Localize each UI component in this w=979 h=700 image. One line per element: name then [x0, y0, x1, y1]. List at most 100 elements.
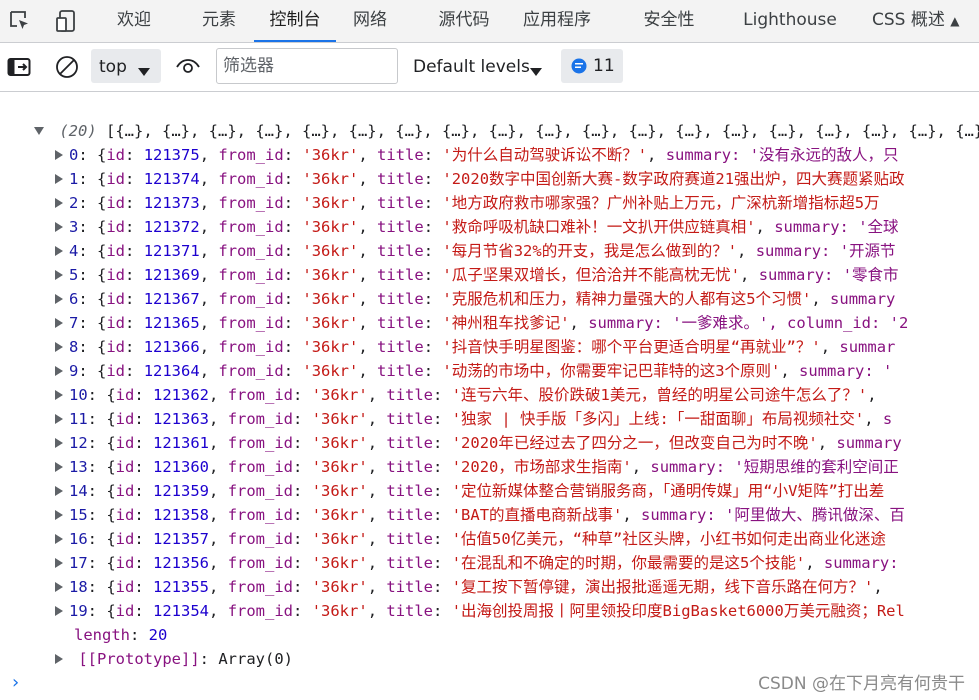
item-from-key: from_id: [218, 146, 284, 164]
item-from-key: from_id: [218, 338, 284, 356]
array-item-row[interactable]: 17: {id: 121356, from_id: '36kr', title:…: [55, 551, 899, 575]
item-index: 12: [69, 434, 88, 452]
context-select[interactable]: top: [91, 49, 161, 83]
prototype-row[interactable]: [[Prototype]]: Array(0): [55, 647, 293, 671]
expand-arrow-icon[interactable]: [55, 317, 63, 328]
item-sep: ,: [740, 266, 759, 284]
expand-arrow-icon[interactable]: [55, 269, 63, 280]
item-index: 15: [69, 506, 88, 524]
item-sep: ,: [367, 578, 387, 596]
item-id-key: id: [106, 338, 126, 356]
expand-arrow-icon[interactable]: [55, 173, 63, 184]
item-title-value: '2020数字中国创新大赛-数字政府赛道21强出炉，四大赛题紧贴政: [442, 170, 905, 188]
array-item-row[interactable]: 19: {id: 121354, from_id: '36kr', title:…: [55, 599, 905, 623]
expand-arrow-icon[interactable]: [55, 293, 63, 304]
expand-arrow-icon[interactable]: [55, 581, 63, 592]
chevron-down-icon[interactable]: [529, 62, 543, 81]
array-item-row[interactable]: 4: {id: 121371, from_id: '36kr', title: …: [55, 239, 896, 263]
item-title-key: title: [386, 530, 434, 548]
expand-arrow-icon[interactable]: [55, 557, 63, 568]
item-sep: :: [125, 242, 144, 260]
filter-input[interactable]: [216, 48, 398, 84]
expand-arrow-icon[interactable]: [55, 509, 63, 520]
item-id-key: id: [106, 146, 126, 164]
device-toolbar-icon[interactable]: [55, 9, 79, 33]
tab-welcome[interactable]: 欢迎: [100, 0, 168, 42]
item-from-key: from_id: [227, 386, 294, 404]
array-item-row[interactable]: 16: {id: 121357, from_id: '36kr', title:…: [55, 527, 886, 551]
item-rest: summary: '没有永远的敌人，只: [665, 146, 899, 164]
issues-counter-button[interactable]: 11: [561, 49, 623, 83]
expand-arrow-icon[interactable]: [55, 149, 63, 160]
array-item-row[interactable]: 8: {id: 121366, from_id: '36kr', title: …: [55, 335, 895, 359]
expand-arrow-icon[interactable]: [55, 341, 63, 352]
item-sep: ,: [199, 362, 219, 380]
item-sep: :: [423, 266, 443, 284]
live-expression-eye-icon[interactable]: [176, 55, 200, 79]
item-sep: ,: [209, 554, 228, 572]
item-colon: : {: [87, 410, 116, 428]
array-item-row[interactable]: 1: {id: 121374, from_id: '36kr', title: …: [55, 167, 905, 191]
array-item-row[interactable]: 14: {id: 121359, from_id: '36kr', title:…: [55, 479, 884, 503]
tab-lighthouse[interactable]: Lighthouse: [736, 0, 844, 42]
tab-security[interactable]: 安全性: [632, 0, 706, 42]
item-rest: summary: '开源节: [755, 242, 896, 260]
item-id-key: id: [106, 362, 126, 380]
clear-console-icon[interactable]: [55, 55, 79, 79]
array-item-row[interactable]: 2: {id: 121373, from_id: '36kr', title: …: [55, 191, 880, 215]
item-sep: :: [283, 170, 303, 188]
item-sep: :: [125, 218, 144, 236]
item-from-value: '36kr': [311, 578, 368, 596]
item-from-value: '36kr': [311, 602, 368, 620]
expand-arrow-icon[interactable]: [55, 533, 63, 544]
expand-arrow-icon[interactable]: [55, 485, 63, 496]
array-item-row[interactable]: 9: {id: 121364, from_id: '36kr', title: …: [55, 359, 892, 383]
expand-arrow-icon[interactable]: [55, 413, 63, 424]
array-item-row[interactable]: 0: {id: 121375, from_id: '36kr', title: …: [55, 143, 899, 167]
expand-arrow-icon[interactable]: [55, 389, 63, 400]
array-item-row[interactable]: 3: {id: 121372, from_id: '36kr', title: …: [55, 215, 899, 239]
expand-arrow-icon[interactable]: [55, 461, 63, 472]
array-item-row[interactable]: 15: {id: 121358, from_id: '36kr', title:…: [55, 503, 905, 527]
item-from-value: '36kr': [302, 362, 359, 380]
item-index: 7: [69, 314, 79, 332]
array-item-row[interactable]: 10: {id: 121362, from_id: '36kr', title:…: [55, 383, 877, 407]
item-colon: : {: [78, 146, 107, 164]
show-sidebar-icon[interactable]: [7, 55, 31, 79]
expand-arrow-icon[interactable]: [55, 245, 63, 256]
tab-application[interactable]: 应用程序: [512, 0, 602, 42]
tab-network[interactable]: 网络: [338, 0, 402, 42]
item-rest: summary: [836, 434, 902, 452]
console-prompt-chevron-icon[interactable]: ›: [10, 672, 21, 693]
inspect-element-icon[interactable]: [8, 9, 32, 33]
array-item-row[interactable]: 6: {id: 121367, from_id: '36kr', title: …: [55, 287, 895, 311]
expand-arrow-icon[interactable]: [55, 221, 63, 232]
collapse-arrow-icon[interactable]: [34, 126, 44, 135]
expand-arrow-icon[interactable]: [55, 653, 63, 664]
tab-elements[interactable]: 元素: [186, 0, 252, 42]
tab-sources[interactable]: 源代码: [420, 0, 508, 42]
item-from-key: from_id: [227, 458, 294, 476]
array-item-row[interactable]: 5: {id: 121369, from_id: '36kr', title: …: [55, 263, 899, 287]
array-item-row[interactable]: 7: {id: 121365, from_id: '36kr', title: …: [55, 311, 908, 335]
expand-arrow-icon[interactable]: [55, 197, 63, 208]
item-rest: summary: '短期思维的套利空间正: [650, 458, 899, 476]
array-item-row[interactable]: 18: {id: 121355, from_id: '36kr', title:…: [55, 575, 883, 599]
array-item-row[interactable]: 12: {id: 121361, from_id: '36kr', title:…: [55, 431, 902, 455]
item-title-key: title: [386, 554, 434, 572]
array-item-row[interactable]: 13: {id: 121360, from_id: '36kr', title:…: [55, 455, 899, 479]
array-summary-row[interactable]: (20) [{…}, {…}, {…}, {…}, {…}, {…}, {…},…: [34, 119, 979, 143]
item-sep: ,: [209, 434, 228, 452]
expand-arrow-icon[interactable]: [55, 605, 63, 616]
array-item-row[interactable]: 11: {id: 121363, from_id: '36kr', title:…: [55, 407, 892, 431]
item-sep: ,: [199, 290, 219, 308]
item-title-value: '动荡的市场中，你需要牢记巴菲特的这3个原则': [442, 362, 781, 380]
expand-arrow-icon[interactable]: [55, 365, 63, 376]
item-from-value: '36kr': [302, 266, 359, 284]
tab-css-overview[interactable]: CSS 概述 ▲: [872, 0, 979, 42]
tab-console[interactable]: 控制台: [254, 0, 336, 42]
item-sep: ,: [209, 530, 228, 548]
expand-arrow-icon[interactable]: [55, 437, 63, 448]
log-levels-dropdown[interactable]: Default levels: [413, 57, 530, 77]
item-rest: summary: ': [799, 362, 893, 380]
